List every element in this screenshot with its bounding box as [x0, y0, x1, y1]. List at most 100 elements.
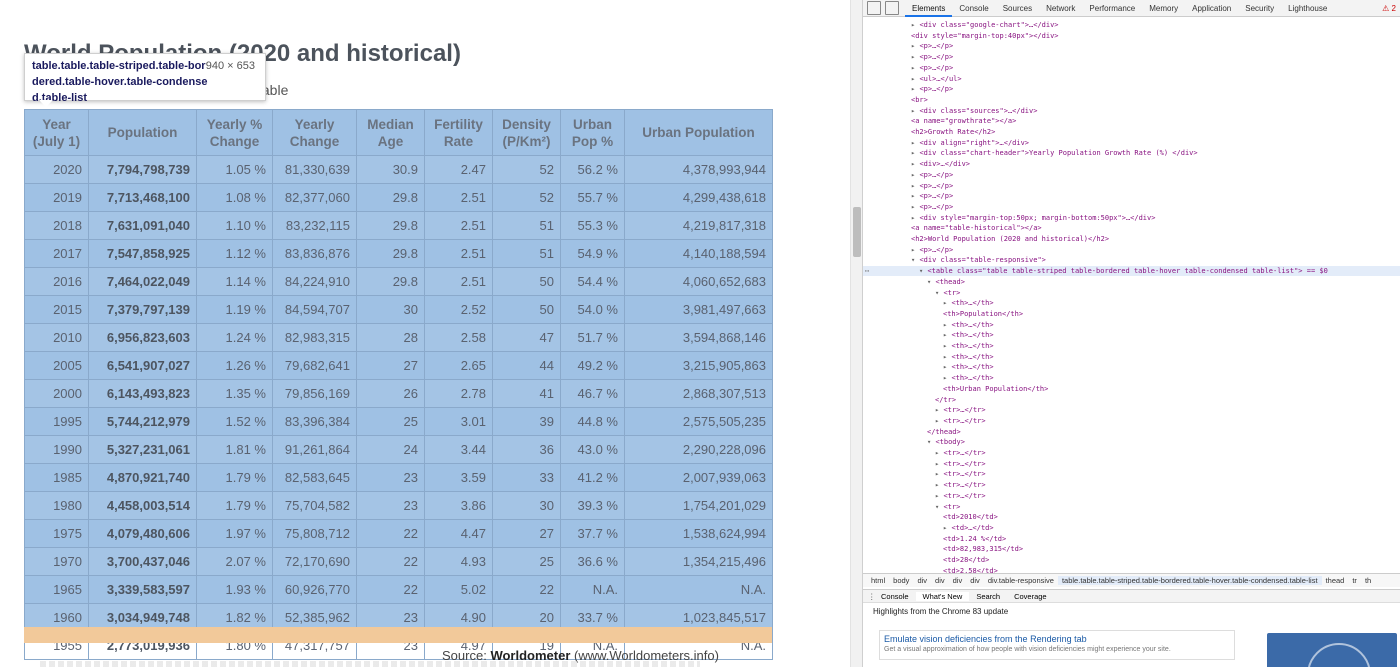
column-header[interactable]: Fertility Rate [424, 109, 493, 156]
column-header[interactable]: Density (P/Km²) [492, 109, 561, 156]
table-row[interactable]: 2016 7,464,022,049 1.14 % 84,224,910 29.8 2.5… [24, 267, 773, 296]
dom-node-line[interactable]: ▸ <tr>…</tr> [935, 405, 986, 415]
elements-dom-tree[interactable]: ▸ <div class="google-chart">…</div> <div… [863, 18, 1400, 573]
dom-node-line[interactable]: ▸ <th>…</th> [943, 320, 994, 330]
dom-node-line[interactable]: <h2>Growth Rate</h2> [911, 127, 995, 137]
table-row[interactable]: 1980 4,458,003,514 1.79 % 75,704,582 23 3.86 3… [24, 491, 773, 520]
drawer-tab[interactable]: Coverage [1007, 592, 1054, 601]
population-table[interactable]: Year (July 1) Population Yearly % Change Ye… [24, 109, 773, 660]
table-row[interactable]: 2000 6,143,493,823 1.35 % 79,856,169 26 2.78 4… [24, 379, 773, 408]
column-header[interactable]: Year (July 1) [24, 109, 89, 156]
drawer-tab[interactable]: What's New [915, 591, 970, 601]
dom-node-line[interactable]: ▸ <p>…</p> [911, 52, 953, 62]
warning-count[interactable]: ⚠ 2 [1382, 4, 1396, 13]
drawer-tab[interactable]: Console [874, 592, 916, 601]
dom-node-line[interactable]: ▸ <div align="right">…</div> [911, 138, 1029, 148]
column-header[interactable]: Yearly % Change [196, 109, 273, 156]
device-toolbar-icon[interactable] [885, 1, 899, 15]
dom-node-line[interactable]: <td>82,983,315</td> [943, 544, 1023, 554]
scrollbar-thumb[interactable] [853, 207, 861, 257]
dom-node-line[interactable]: <td>1.24 %</td> [943, 534, 1006, 544]
breadcrumb-item[interactable]: table.table.table-striped.table-bordered… [1057, 576, 1322, 585]
dom-node-line[interactable]: ▸ <td>…</td> [943, 523, 994, 533]
drawer-tab[interactable]: Search [969, 592, 1007, 601]
table-row[interactable]: 1990 5,327,231,061 1.81 % 91,261,864 24 3.44 3… [24, 435, 773, 464]
breadcrumb-item[interactable]: div [966, 576, 984, 585]
node-menu-icon[interactable]: ⋯ [865, 266, 869, 276]
table-row[interactable]: 2020 7,794,798,739 1.05 % 81,330,639 30.9 2.4… [24, 155, 773, 184]
column-header[interactable]: Yearly Change [272, 109, 357, 156]
devtools-tab-sources[interactable]: Sources [996, 0, 1039, 17]
devtools-tab-lighthouse[interactable]: Lighthouse [1281, 0, 1334, 17]
devtools-tab-performance[interactable]: Performance [1082, 0, 1142, 17]
dom-node-line[interactable]: ▾ <tr> [935, 502, 960, 512]
breadcrumb-item[interactable]: div [931, 576, 949, 585]
whatsnew-card[interactable]: Emulate vision deficiencies from the Ren… [879, 630, 1235, 660]
table-row[interactable]: 2017 7,547,858,925 1.12 % 83,836,876 29.8 2.5… [24, 239, 773, 268]
devtools-tab-memory[interactable]: Memory [1142, 0, 1185, 17]
dom-node-line[interactable]: ▸ <tr>…</tr> [935, 491, 986, 501]
column-header[interactable]: Median Age [356, 109, 425, 156]
breadcrumb-item[interactable]: div [949, 576, 967, 585]
dom-node-line[interactable]: </tr> [935, 395, 956, 405]
dom-node-line[interactable]: ▾ <tbody> [927, 437, 965, 447]
table-row[interactable]: 1995 5,744,212,979 1.52 % 83,396,384 25 3.01 3… [24, 407, 773, 436]
dom-node-line[interactable]: <br> [911, 95, 928, 105]
dom-node-line[interactable]: ▸ <div class="google-chart">…</div> [911, 20, 1059, 30]
breadcrumb-item[interactable]: tr [1348, 576, 1361, 585]
devtools-tab-console[interactable]: Console [952, 0, 995, 17]
dom-node-line[interactable]: ▸ <div class="sources">…</div> [911, 106, 1037, 116]
dom-node-line[interactable]: ▸ <p>…</p> [911, 63, 953, 73]
breadcrumb-item[interactable]: th [1361, 576, 1375, 585]
dom-node-line[interactable]: ▾ <tr> [935, 288, 960, 298]
dom-node-line[interactable]: ▸ <th>…</th> [943, 330, 994, 340]
table-row[interactable]: 2015 7,379,797,139 1.19 % 84,594,707 30 2.52 5… [24, 295, 773, 324]
table-row[interactable]: 2005 6,541,907,027 1.26 % 79,682,641 27 2.65 4… [24, 351, 773, 380]
dom-node-line[interactable]: ⋯ ▾ <table class="table table-striped ta… [863, 266, 1400, 277]
dom-node-line[interactable]: ▸ <th>…</th> [943, 362, 994, 372]
dom-node-line[interactable]: <h2>World Population (2020 and historica… [911, 234, 1109, 244]
dom-node-line[interactable]: ▸ <p>…</p> [911, 84, 953, 94]
breadcrumb-item[interactable]: body [889, 576, 913, 585]
devtools-tab-network[interactable]: Network [1039, 0, 1082, 17]
table-row[interactable]: 2019 7,713,468,100 1.08 % 82,377,060 29.8 2.5… [24, 183, 773, 212]
column-header[interactable]: Population [88, 109, 197, 156]
page-scrollbar[interactable] [850, 0, 862, 667]
dom-node-line[interactable]: </thead> [927, 427, 961, 437]
dom-node-line[interactable]: ▸ <th>…</th> [943, 298, 994, 308]
dom-node-line[interactable]: ▾ <thead> [927, 277, 965, 287]
dom-node-line[interactable]: ▸ <p>…</p> [911, 181, 953, 191]
dom-node-line[interactable]: ▸ <tr>…</tr> [935, 480, 986, 490]
dom-node-line[interactable]: ▸ <th>…</th> [943, 373, 994, 383]
dom-node-line[interactable]: <th>Population</th> [943, 309, 1023, 319]
devtools-tab-security[interactable]: Security [1238, 0, 1281, 17]
whatsnew-card-title[interactable]: Emulate vision deficiencies from the Ren… [884, 634, 1230, 644]
table-row[interactable]: 2010 6,956,823,603 1.24 % 82,983,315 28 2.58 4… [24, 323, 773, 352]
dom-node-line[interactable]: ▸ <p>…</p> [911, 191, 953, 201]
dom-node-line[interactable]: ▸ <p>…</p> [911, 170, 953, 180]
breadcrumb-item[interactable]: thead [1322, 576, 1349, 585]
inspect-element-icon[interactable] [867, 1, 881, 15]
dom-node-line[interactable]: ▸ <p>…</p> [911, 202, 953, 212]
table-row[interactable]: 1970 3,700,437,046 2.07 % 72,170,690 22 4.93 2… [24, 547, 773, 576]
table-row[interactable]: 1975 4,079,480,606 1.97 % 75,808,712 22 4.47 2… [24, 519, 773, 548]
dom-node-line[interactable]: <td>2.58</td> [943, 566, 998, 573]
devtools-tab-elements[interactable]: Elements [905, 0, 953, 17]
column-header[interactable]: Urban Pop % [560, 109, 625, 156]
dom-node-line[interactable]: ▸ <div style="margin-top:50px; margin-bo… [911, 213, 1155, 223]
dom-node-line[interactable]: <div style="margin-top:40px"></div> [911, 31, 1059, 41]
breadcrumb-item[interactable]: html [867, 576, 889, 585]
breadcrumb-item[interactable]: div [913, 576, 931, 585]
column-header[interactable]: Urban Population [624, 109, 773, 156]
dom-node-line[interactable]: ▸ <p>…</p> [911, 41, 953, 51]
dom-node-line[interactable]: <th>Urban Population</th> [943, 384, 1048, 394]
table-row[interactable]: 1965 3,339,583,597 1.93 % 60,926,770 22 5.02 2… [24, 575, 773, 604]
table-row[interactable]: 1985 4,870,921,740 1.79 % 82,583,645 23 3.59 3… [24, 463, 773, 492]
dom-node-line[interactable]: ▸ <tr>…</tr> [935, 469, 986, 479]
devtools-tab-application[interactable]: Application [1185, 0, 1238, 17]
dom-node-line[interactable]: <a name="table-historical"></a> [911, 223, 1042, 233]
dom-node-line[interactable]: ▸ <ul>…</ul> [911, 74, 962, 84]
dom-node-line[interactable]: <td>2010</td> [943, 512, 998, 522]
dom-node-line[interactable]: ▸ <p>…</p> [911, 245, 953, 255]
breadcrumb-item[interactable]: div.table-responsive [984, 576, 1058, 585]
